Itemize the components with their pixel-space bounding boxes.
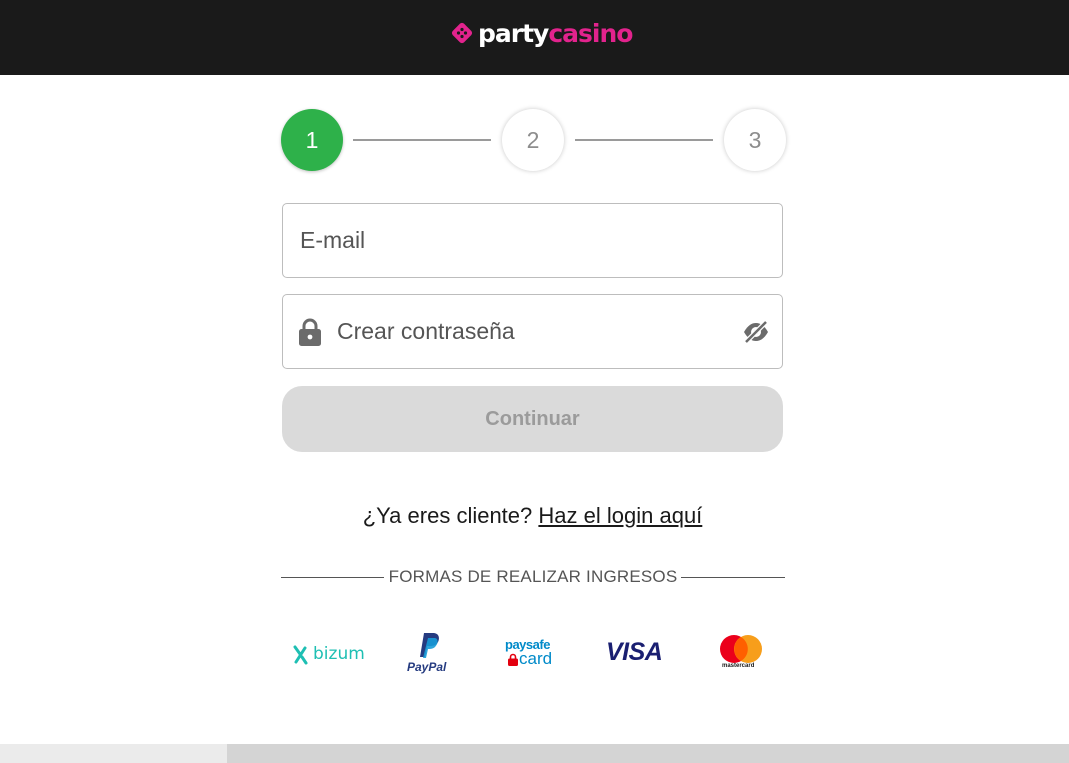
bizum-logo: bizum (292, 644, 365, 666)
step-3: 3 (724, 109, 786, 171)
paypal-logo: PayPal (406, 631, 452, 675)
email-field-wrapper (282, 203, 783, 278)
logo-text-party: party (478, 18, 549, 48)
party-diamond-icon (451, 22, 473, 44)
step-connector (575, 139, 713, 141)
visa-logo: VISA (606, 638, 668, 666)
paysafecard-lock-icon (508, 653, 518, 666)
paypal-label: PayPal (407, 660, 447, 674)
mastercard-label: mastercard (722, 663, 755, 669)
partycasino-logo[interactable]: partycasino (450, 18, 633, 48)
mastercard-logo: mastercard (718, 634, 764, 672)
lock-icon (299, 318, 321, 346)
step-1: 1 (281, 109, 343, 171)
email-input[interactable] (300, 204, 770, 277)
divider-right (681, 577, 785, 578)
top-bar: partycasino (0, 0, 1069, 75)
continue-button[interactable]: Continuar (282, 386, 783, 452)
step-connector (353, 139, 491, 141)
password-field-wrapper (282, 294, 783, 369)
bizum-icon (293, 645, 308, 665)
footer-strip-left (0, 744, 227, 763)
paypal-icon (420, 633, 439, 658)
footer-strip-right (227, 744, 1069, 763)
paysafecard-logo: paysafe card (505, 637, 561, 669)
step-2: 2 (502, 109, 564, 171)
password-input[interactable] (337, 295, 727, 368)
paysafecard-label-bottom: card (519, 649, 553, 668)
login-link[interactable]: Haz el login aquí (538, 503, 702, 528)
registration-stepper: 1 2 3 (280, 109, 786, 171)
existing-customer-line: ¿Ya eres cliente? Haz el login aquí (282, 503, 783, 529)
mastercard-icon (720, 635, 762, 663)
visa-label: VISA (606, 638, 663, 666)
bizum-label: bizum (313, 644, 365, 664)
toggle-password-visibility-icon[interactable] (742, 319, 770, 345)
logo-text-casino: casino (548, 18, 633, 48)
payment-methods-header: FORMAS DE REALIZAR INGRESOS (281, 567, 785, 589)
existing-customer-prompt: ¿Ya eres cliente? (362, 503, 533, 528)
